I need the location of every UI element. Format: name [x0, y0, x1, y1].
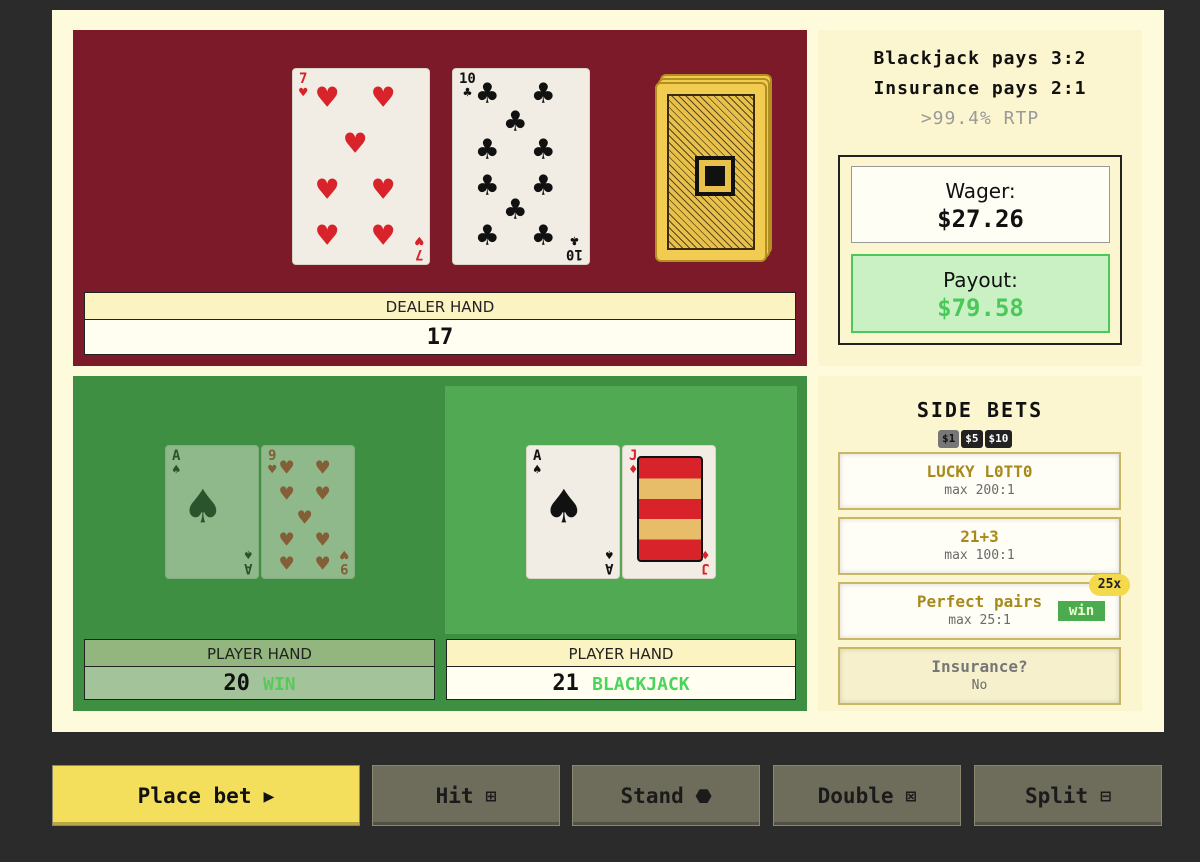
club-icon: ♣: [477, 130, 498, 170]
card-rank: 9 ♥: [268, 448, 277, 478]
club-icon: ♣: [533, 74, 554, 114]
place-bet-label: Place bet: [137, 784, 252, 808]
double-label: Double: [817, 784, 894, 808]
payout-box: Payout: $79.58: [851, 254, 1110, 333]
side-bet-insurance[interactable]: Insurance? No: [838, 647, 1121, 705]
heart-icon: ♥: [345, 124, 366, 164]
heart-icon: ♥: [280, 482, 294, 507]
spade-icon: ♠: [547, 475, 581, 540]
player-hand-2-score: 21: [552, 671, 579, 696]
side-bet-max: max 200:1: [944, 483, 1015, 498]
heart-icon: ♥: [373, 170, 394, 210]
spade-icon: ♠: [186, 475, 220, 540]
wager-value: $27.26: [937, 205, 1024, 233]
heart-icon: ♥: [316, 552, 330, 577]
side-bet-max: max 100:1: [944, 548, 1015, 563]
hit-button[interactable]: Hit ⊞: [372, 765, 560, 826]
stand-label: Stand: [620, 784, 684, 808]
club-icon: ♣: [505, 190, 526, 230]
player-hand-1-total: 20 WIN: [84, 666, 435, 700]
player-hand-1-result: WIN: [263, 674, 296, 695]
heart-icon: ♥: [373, 216, 394, 256]
place-bet-button[interactable]: Place bet ▶: [52, 765, 360, 826]
club-icon: ♣: [477, 216, 498, 256]
heart-icon: ♥: [280, 552, 294, 577]
wager-label: Wager:: [945, 179, 1016, 203]
club-icon: ♣: [477, 74, 498, 114]
payout-value: $79.58: [937, 294, 1024, 322]
win-badge: win: [1058, 601, 1105, 621]
side-bet-21-plus-3[interactable]: 21+3 max 100:1: [838, 517, 1121, 575]
dealer-card-2: 10 ♣ ♣ ♣ ♣ ♣ ♣ ♣ ♣ ♣ ♣ ♣ 10 ♣: [452, 68, 590, 265]
player-hand-2-card-1: A ♠ ♠ A ♠: [526, 445, 620, 579]
card-rank: A ♠: [533, 448, 542, 478]
deck-logo-icon: [695, 156, 735, 196]
card-rank: 7 ♥: [414, 232, 423, 262]
chip-10[interactable]: $10: [984, 430, 1013, 448]
split-button[interactable]: Split ⊟: [974, 765, 1162, 826]
card-rank: 10 ♣: [566, 232, 583, 262]
player-hand-1-card-2: 9 ♥ ♥ ♥ ♥ ♥ ♥ ♥ ♥ ♥ ♥ 9 ♥: [261, 445, 355, 579]
deck-card-back: [655, 82, 767, 262]
chip-selector: $1 $5 $10: [938, 427, 1014, 448]
card-rank: 7 ♥: [299, 71, 308, 101]
player-hand-2-result: BLACKJACK: [592, 674, 690, 695]
plus-box-icon: ⊞: [485, 786, 497, 807]
deck-pattern: [667, 94, 755, 250]
side-bet-name: LUCKY L0TT0: [926, 462, 1033, 481]
side-bet-lucky-lotto[interactable]: LUCKY L0TT0 max 200:1: [838, 452, 1121, 510]
player-hand-2-total: 21 BLACKJACK: [446, 666, 796, 700]
active-hand-highlight: [445, 386, 797, 634]
heart-icon: ♥: [373, 78, 394, 118]
x-box-icon: ⊠: [905, 786, 917, 807]
club-icon: ♣: [533, 130, 554, 170]
card-rank: A ♠: [172, 448, 181, 478]
card-rank: A ♠: [243, 546, 252, 576]
side-bet-name: 21+3: [960, 527, 999, 546]
card-rank: 9 ♥: [339, 546, 348, 576]
card-rank: 10 ♣: [459, 71, 476, 101]
player-hand-2-card-2: J ♦ J ♦: [622, 445, 716, 579]
card-rank: J ♦: [700, 546, 709, 576]
rtp-text: >99.4% RTP: [920, 108, 1040, 129]
blackjack-payout-rule: Blackjack pays 3:2: [873, 48, 1087, 69]
card-rank: A ♠: [604, 546, 613, 576]
club-icon: ♣: [505, 102, 526, 142]
side-bet-name: Insurance?: [931, 657, 1028, 676]
player-hand-1-label: PLAYER HAND: [84, 639, 435, 667]
heart-icon: ♥: [317, 216, 338, 256]
chip-5[interactable]: $5: [961, 430, 983, 448]
player-hand-2-label: PLAYER HAND: [446, 639, 796, 667]
play-icon: ▶: [263, 786, 275, 807]
player-hand-1-score: 20: [223, 671, 250, 696]
heart-icon: ♥: [317, 170, 338, 210]
double-button[interactable]: Double ⊠: [773, 765, 961, 826]
insurance-value: No: [971, 678, 988, 693]
heart-icon: ♥: [298, 506, 312, 531]
heart-icon: ♥: [316, 482, 330, 507]
jack-face-art: [637, 456, 703, 562]
insurance-payout-rule: Insurance pays 2:1: [873, 78, 1087, 99]
multiplier-badge: 25x: [1089, 574, 1130, 596]
dealer-hand-label: DEALER HAND: [84, 292, 796, 320]
stop-octagon-icon: ⬣: [695, 786, 712, 807]
club-icon: ♣: [533, 166, 554, 206]
wager-box: Wager: $27.26: [851, 166, 1110, 243]
stand-button[interactable]: Stand ⬣: [572, 765, 760, 826]
payout-label: Payout:: [943, 268, 1018, 292]
split-label: Split: [1024, 784, 1089, 808]
club-icon: ♣: [533, 216, 554, 256]
dealer-hand-total: 17: [84, 319, 796, 355]
club-icon: ♣: [477, 166, 498, 206]
side-bets-title: SIDE BETS: [916, 398, 1044, 422]
heart-icon: ♥: [317, 78, 338, 118]
chip-1[interactable]: $1: [938, 430, 960, 448]
dealer-card-1: 7 ♥ ♥ ♥ ♥ ♥ ♥ ♥ ♥ 7 ♥: [292, 68, 430, 265]
divide-box-icon: ⊟: [1100, 786, 1112, 807]
hit-label: Hit: [435, 784, 474, 808]
player-hand-1-card-1: A ♠ ♠ A ♠: [165, 445, 259, 579]
